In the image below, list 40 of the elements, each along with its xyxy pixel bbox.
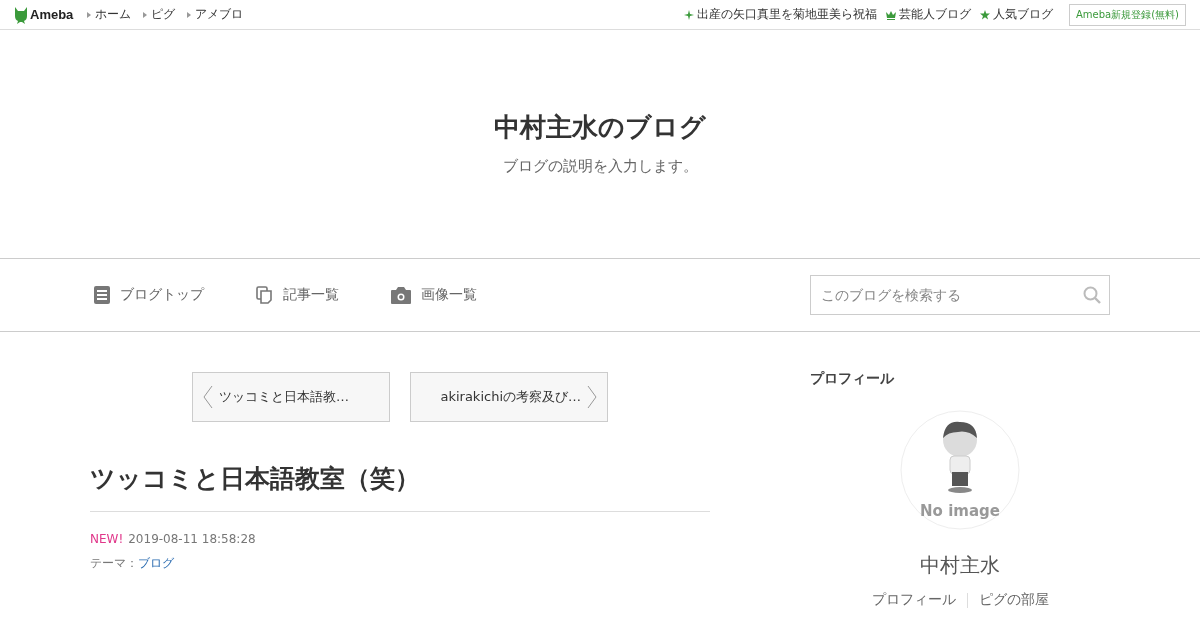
top-link[interactable]: ピグ — [143, 6, 176, 23]
search-field[interactable]: このブログを検索する — [810, 275, 1110, 315]
profile-link[interactable]: プロフィール — [871, 591, 956, 609]
top-link[interactable]: 人気ブログ — [980, 6, 1053, 23]
top-link[interactable]: ホーム — [87, 6, 132, 23]
nav-link[interactable]: 画像一覧 — [391, 286, 477, 304]
blog-description: ブログの説明を入力します。 — [502, 157, 698, 176]
theme-link[interactable]: ブログ — [138, 556, 174, 570]
chevron-right-icon — [587, 385, 597, 409]
nav-link[interactable]: 記事一覧 — [256, 286, 339, 304]
blog-title[interactable]: 中村主水のブログ — [494, 110, 706, 145]
article-title[interactable]: ツッコミと日本語教室（笑） — [90, 462, 710, 512]
pager-link[interactable]: ツッコミと日本語教… — [192, 372, 390, 422]
camera-icon — [391, 286, 411, 304]
profile-name[interactable]: 中村主水 — [920, 552, 1000, 579]
theme-label: テーマ： — [90, 556, 138, 570]
signup-button[interactable]: Ameba新規登録(無料) — [1069, 3, 1186, 26]
article-date: 2019-08-11 18:58:28 — [128, 532, 256, 546]
search-icon[interactable] — [1083, 286, 1101, 304]
pager-link[interactable]: akirakichiの考察及び… — [410, 372, 608, 422]
profile-link[interactable]: ピグの部屋 — [978, 591, 1049, 609]
document-icon — [94, 286, 110, 304]
triangle-icon — [87, 11, 92, 18]
top-link[interactable]: 芸能人ブログ — [886, 6, 971, 23]
triangle-icon — [187, 11, 192, 18]
avatar-icon[interactable] — [900, 410, 1020, 530]
triangle-icon — [143, 11, 148, 18]
top-link[interactable]: 出産の矢口真里を菊地亜美ら祝福 — [684, 6, 877, 23]
logo[interactable]: Ameba — [30, 7, 74, 22]
sparkle-icon — [684, 9, 694, 20]
sidebar-heading: プロフィール — [810, 370, 894, 388]
logo-icon[interactable] — [14, 5, 28, 24]
new-label: NEW! — [90, 532, 124, 546]
nav-link[interactable]: ブログトップ — [94, 286, 204, 304]
star-icon — [980, 9, 990, 20]
crown-icon — [886, 9, 896, 20]
top-link[interactable]: アメブロ — [187, 6, 244, 23]
avatar-caption: No image — [919, 502, 1001, 520]
copy-icon — [256, 286, 273, 304]
chevron-left-icon — [203, 385, 213, 409]
